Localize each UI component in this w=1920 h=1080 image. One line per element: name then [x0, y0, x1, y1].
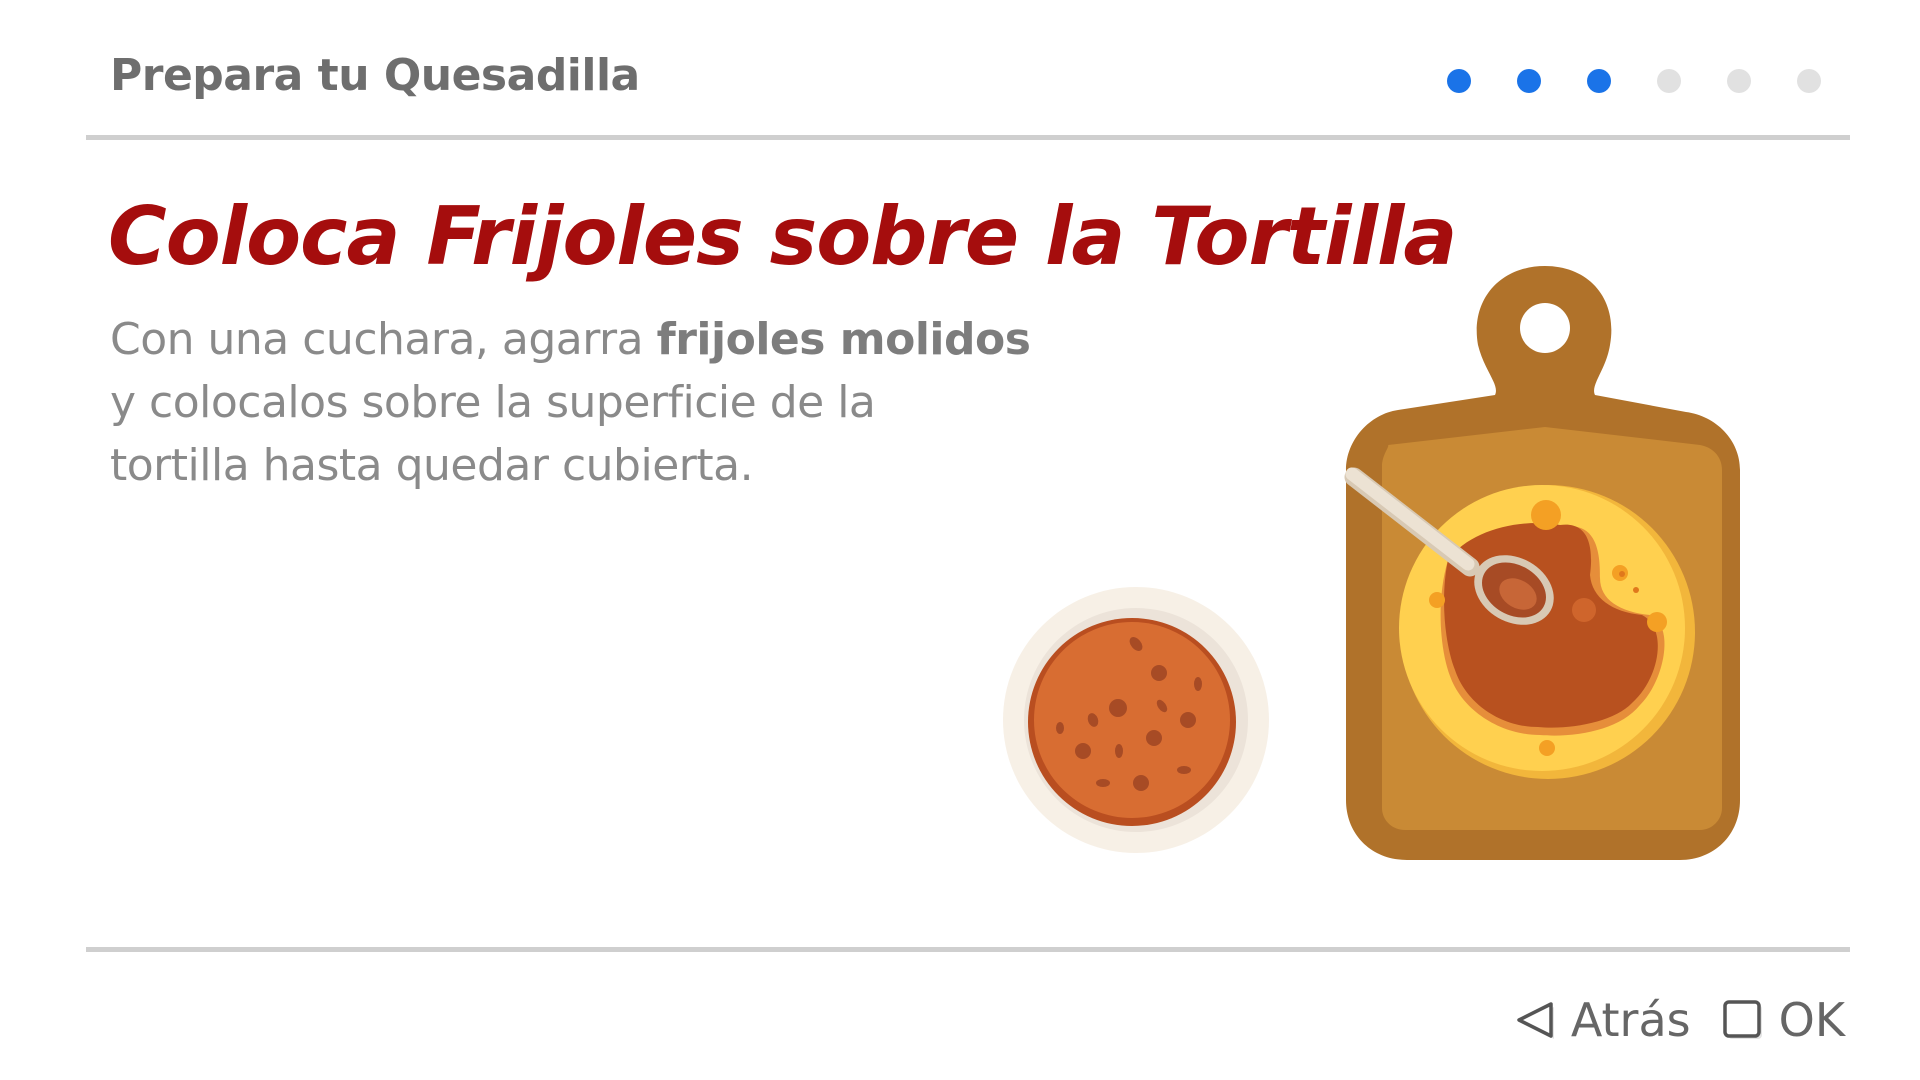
footer-controls: Atrás OK	[1513, 993, 1845, 1047]
instruction-line-3: tortilla hasta quedar cubierta.	[110, 440, 754, 491]
progress-dot-4	[1657, 69, 1681, 93]
ok-button[interactable]: OK	[1721, 993, 1845, 1047]
instruction-line-2: y colocalos sobre la superficie de la	[110, 377, 876, 428]
step-progress-indicator	[1447, 69, 1821, 93]
instruction-line-1: Con una cuchara, agarra frijoles molidos	[110, 308, 1031, 371]
progress-dot-6	[1797, 69, 1821, 93]
recipe-illustration	[1003, 266, 1740, 860]
instruction-highlight: frijoles molidos	[656, 314, 1031, 365]
progress-dot-3	[1587, 69, 1611, 93]
progress-dot-2	[1517, 69, 1541, 93]
tortilla-icon	[1399, 485, 1695, 779]
bean-bowl-icon	[1003, 587, 1269, 853]
footer-divider	[86, 947, 1850, 952]
ok-label: OK	[1778, 993, 1845, 1047]
page-title: Prepara tu Quesadilla	[110, 50, 640, 101]
back-label: Atrás	[1570, 993, 1691, 1047]
progress-dot-5	[1727, 69, 1751, 93]
square-icon	[1721, 998, 1765, 1042]
instruction-prefix: Con una cuchara, agarra	[110, 314, 657, 365]
progress-dot-1	[1447, 69, 1471, 93]
triangle-left-icon	[1513, 998, 1557, 1042]
back-button[interactable]: Atrás	[1513, 993, 1691, 1047]
quesadilla-step-screen: Prepara tu Quesadilla Coloca Frijoles so…	[0, 0, 1920, 1080]
step-instruction: Con una cuchara, agarra frijoles molidos…	[110, 308, 1031, 497]
header-divider	[86, 135, 1850, 140]
